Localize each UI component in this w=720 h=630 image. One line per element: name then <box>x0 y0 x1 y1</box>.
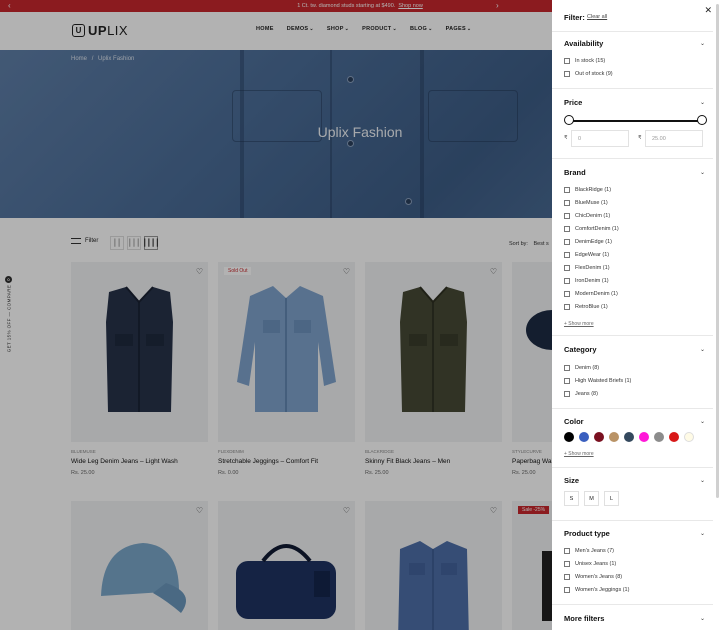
currency-symbol: ₹ <box>638 135 642 141</box>
checkbox[interactable] <box>564 239 570 245</box>
chevron-down-icon[interactable]: ⌄ <box>700 477 705 484</box>
option-brand[interactable]: FlexDenim (1) <box>564 265 610 271</box>
clear-all-link[interactable]: Clear all <box>587 14 607 20</box>
checkbox[interactable] <box>564 213 570 219</box>
color-show-more-link[interactable]: + Show more <box>564 451 594 457</box>
checkbox[interactable] <box>564 378 570 384</box>
brand-title[interactable]: Brand <box>564 168 586 177</box>
option-product-type[interactable]: Unisex Jeans (1) <box>564 561 616 567</box>
chevron-down-icon[interactable]: ⌄ <box>700 615 705 622</box>
size-option-m[interactable]: M <box>584 491 599 506</box>
option-brand[interactable]: EdgeWear (1) <box>564 252 609 258</box>
size-title[interactable]: Size <box>564 476 579 485</box>
divider <box>552 408 713 409</box>
divider <box>552 520 713 521</box>
filter-title: Filter: <box>564 13 585 22</box>
option-brand[interactable]: DenimEdge (1) <box>564 239 612 245</box>
option-category[interactable]: Jeans (8) <box>564 391 598 397</box>
color-title[interactable]: Color <box>564 417 584 426</box>
compare-text: GET 15% OFF — COMPARE <box>6 284 12 353</box>
price-max-input[interactable]: 25.00 <box>645 130 703 147</box>
checkbox[interactable] <box>564 391 570 397</box>
color-swatch-slate[interactable] <box>624 432 634 442</box>
checkbox[interactable] <box>564 71 570 77</box>
filter-drawer: Filter: Clear all ✕ Availability ⌄ In st… <box>552 0 720 630</box>
divider <box>552 88 713 89</box>
option-brand[interactable]: BlackRidge (1) <box>564 187 611 193</box>
color-swatch-magenta[interactable] <box>639 432 649 442</box>
checkbox[interactable] <box>564 548 570 554</box>
scrollbar[interactable] <box>716 4 719 498</box>
chevron-down-icon[interactable]: ⌄ <box>700 169 705 176</box>
option-brand[interactable]: ChicDenim (1) <box>564 213 610 219</box>
compare-tab[interactable]: 0 GET 15% OFF — COMPARE <box>3 276 14 364</box>
color-swatch-gray[interactable] <box>654 432 664 442</box>
option-product-type[interactable]: Men's Jeans (7) <box>564 548 614 554</box>
option-brand[interactable]: RetroBlue (1) <box>564 304 608 310</box>
chevron-down-icon[interactable]: ⌄ <box>700 40 705 47</box>
checkbox[interactable] <box>564 304 570 310</box>
product-type-title[interactable]: Product type <box>564 529 610 538</box>
price-title[interactable]: Price <box>564 98 582 107</box>
checkbox[interactable] <box>564 365 570 371</box>
option-brand[interactable]: IronDenim (1) <box>564 278 609 284</box>
currency-symbol: ₹ <box>564 135 568 141</box>
option-out-of-stock[interactable]: Out of stock (9) <box>564 71 613 77</box>
color-swatch-tan[interactable] <box>609 432 619 442</box>
divider <box>552 31 713 32</box>
option-brand[interactable]: ModernDenim (1) <box>564 291 618 297</box>
divider <box>552 604 713 605</box>
color-swatch-maroon[interactable] <box>594 432 604 442</box>
color-swatch-cream[interactable] <box>684 432 694 442</box>
price-slider-max-handle[interactable] <box>697 115 707 125</box>
size-option-l[interactable]: L <box>604 491 619 506</box>
divider <box>552 467 713 468</box>
checkbox[interactable] <box>564 187 570 193</box>
checkbox[interactable] <box>564 226 570 232</box>
checkbox[interactable] <box>564 574 570 580</box>
chevron-down-icon[interactable]: ⌄ <box>700 346 705 353</box>
divider <box>552 158 713 159</box>
chevron-down-icon[interactable]: ⌄ <box>700 99 705 106</box>
chevron-down-icon[interactable]: ⌄ <box>700 530 705 537</box>
page-overlay[interactable] <box>0 0 552 630</box>
checkbox[interactable] <box>564 587 570 593</box>
size-option-s[interactable]: S <box>564 491 579 506</box>
availability-title[interactable]: Availability <box>564 39 603 48</box>
option-brand[interactable]: ComfortDenim (1) <box>564 226 619 232</box>
option-brand[interactable]: BlueMuse (1) <box>564 200 608 206</box>
price-slider-min-handle[interactable] <box>564 115 574 125</box>
option-product-type[interactable]: Women's Jeggings (1) <box>564 587 629 593</box>
color-swatch-blue[interactable] <box>579 432 589 442</box>
option-category[interactable]: Denim (8) <box>564 365 599 371</box>
checkbox[interactable] <box>564 58 570 64</box>
checkbox[interactable] <box>564 291 570 297</box>
divider <box>552 335 713 336</box>
more-filters-title[interactable]: More filters <box>564 614 604 623</box>
option-product-type[interactable]: Women's Jeans (8) <box>564 574 622 580</box>
color-swatch-black[interactable] <box>564 432 574 442</box>
option-category[interactable]: High Waisted Briefs (1) <box>564 378 631 384</box>
color-swatch-red[interactable] <box>669 432 679 442</box>
brand-show-more-link[interactable]: + Show more <box>564 321 594 327</box>
checkbox[interactable] <box>564 252 570 258</box>
price-slider-track[interactable] <box>570 120 702 122</box>
chevron-down-icon[interactable]: ⌄ <box>700 418 705 425</box>
checkbox[interactable] <box>564 265 570 271</box>
close-icon[interactable]: ✕ <box>704 5 712 16</box>
price-min-input[interactable]: 0 <box>571 130 629 147</box>
checkbox[interactable] <box>564 200 570 206</box>
checkbox[interactable] <box>564 561 570 567</box>
checkbox[interactable] <box>564 278 570 284</box>
option-in-stock[interactable]: In stock (15) <box>564 58 605 64</box>
category-title[interactable]: Category <box>564 345 597 354</box>
